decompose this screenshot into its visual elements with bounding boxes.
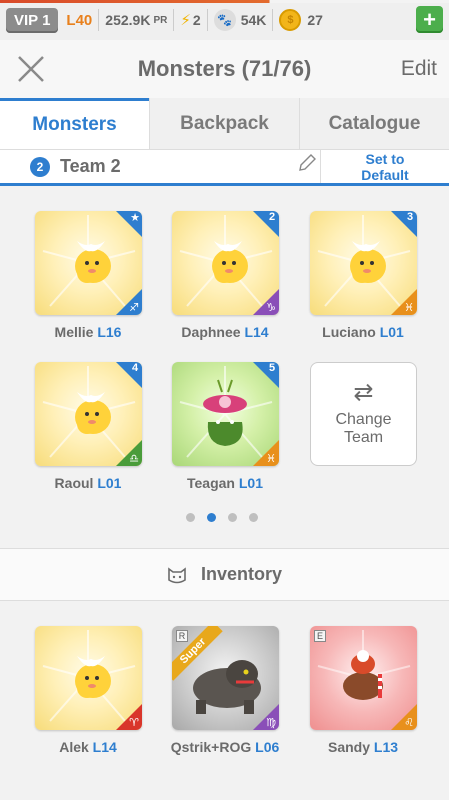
zodiac-badge: ♌ [391, 704, 417, 730]
slot-badge: 5 [253, 362, 279, 388]
monster-label: Teagan L01 [187, 475, 263, 491]
tab-monsters[interactable]: Monsters [0, 98, 149, 149]
slot-badge: 2 [253, 211, 279, 237]
paw-icon: 🐾 [213, 9, 236, 31]
coin-value: 27 [307, 12, 323, 28]
swap-arrows-icon: ⇄ [353, 379, 374, 406]
monster-card-qstrik[interactable]: Super R ♍ [172, 626, 279, 730]
zodiac-badge: ♑ [253, 289, 279, 315]
monster-label: Sandy L13 [327, 739, 399, 755]
team-number-badge: 2 [30, 156, 50, 177]
zodiac-badge: ♎ [116, 440, 142, 466]
power-rating: 252.9K PR [105, 12, 167, 28]
page-dot[interactable] [249, 513, 258, 522]
tab-bar: Monsters Backpack Catalogue [0, 98, 449, 150]
monster-card-teagan[interactable]: 5 ♓ [172, 362, 279, 466]
tab-backpack[interactable]: Backpack [149, 98, 299, 149]
zodiac-badge: ♍ [253, 704, 279, 730]
monster-card-raoul[interactable]: 4 ♎ [35, 362, 142, 466]
monster-card-luciano[interactable]: 3 ♓ [310, 211, 417, 315]
rarity-badge: E [314, 630, 326, 642]
pencil-icon[interactable] [296, 152, 318, 174]
change-team-button[interactable]: ⇄ Change Team [310, 362, 417, 466]
zodiac-badge: ♈ [116, 704, 142, 730]
monster-label: Raoul L01 [54, 475, 122, 491]
team-selector: 2 Team 2 Set to Default [0, 150, 449, 186]
inventory-header: Inventory [0, 549, 449, 601]
status-bar: VIP 1 L40 252.9K PR ⚡ 2 🐾 54K $27 + [0, 0, 449, 40]
slot-badge: 4 [116, 362, 142, 388]
tab-catalogue[interactable]: Catalogue [299, 98, 449, 149]
divider [173, 9, 175, 31]
monster-card-sandy[interactable]: E ♌ [310, 626, 417, 730]
slot-badge: ★ [116, 211, 142, 237]
paw-stat[interactable]: 🐾 54K [213, 9, 267, 31]
zodiac-badge: ♐ [116, 289, 142, 315]
monster-label: Daphnee L14 [181, 324, 269, 340]
edit-button[interactable]: Edit [401, 57, 437, 81]
energy-value: 2 [192, 12, 201, 28]
zodiac-badge: ♓ [391, 289, 417, 315]
monster-label: Luciano L01 [322, 324, 404, 340]
vip-badge[interactable]: VIP 1 [6, 7, 59, 33]
power-unit: PR [153, 14, 168, 26]
slot-badge: 3 [391, 211, 417, 237]
divider [206, 9, 208, 31]
page-header: Monsters (71/76) Edit [0, 40, 449, 98]
monster-label: Alek L14 [59, 739, 117, 755]
coin-icon: $ [279, 9, 302, 31]
page-dot[interactable] [186, 513, 195, 522]
monster-label: Qstrik+ROG L06 [170, 739, 280, 755]
set-default-line2: Default [361, 166, 409, 183]
team-name[interactable]: Team 2 [60, 156, 121, 177]
monster-label: Mellie L16 [54, 324, 122, 340]
change-team-line1: Change [335, 411, 392, 428]
power-value: 252.9K [105, 12, 151, 28]
divider [272, 9, 274, 31]
monster-card-alek[interactable]: ♈ [35, 626, 142, 730]
set-default-button[interactable]: Set to Default [320, 150, 449, 183]
divider [98, 9, 100, 31]
coin-stat[interactable]: $27 [279, 9, 323, 31]
energy-progress-line [0, 0, 449, 3]
add-currency-button[interactable]: + [416, 6, 443, 33]
paw-value: 54K [240, 12, 267, 28]
close-icon[interactable] [16, 54, 46, 84]
set-default-line1: Set to [365, 150, 405, 167]
zodiac-badge: ♓ [253, 440, 279, 466]
monster-card-mellie[interactable]: ★ ♐ [35, 211, 142, 315]
change-team-line2: Team [343, 429, 384, 446]
inventory-title: Inventory [200, 564, 283, 584]
monster-card-daphnee[interactable]: 2 ♑ [172, 211, 279, 315]
page-dot-active[interactable] [207, 513, 216, 522]
page-dot[interactable] [228, 513, 237, 522]
rarity-badge: R [176, 630, 188, 642]
energy-stat[interactable]: ⚡ 2 [180, 11, 200, 29]
page-indicator [186, 513, 258, 522]
player-level: L40 [66, 11, 93, 29]
lightning-icon: ⚡ [180, 12, 191, 29]
page-title: Monsters (71/76) [137, 56, 312, 81]
cat-face-icon [168, 566, 186, 583]
